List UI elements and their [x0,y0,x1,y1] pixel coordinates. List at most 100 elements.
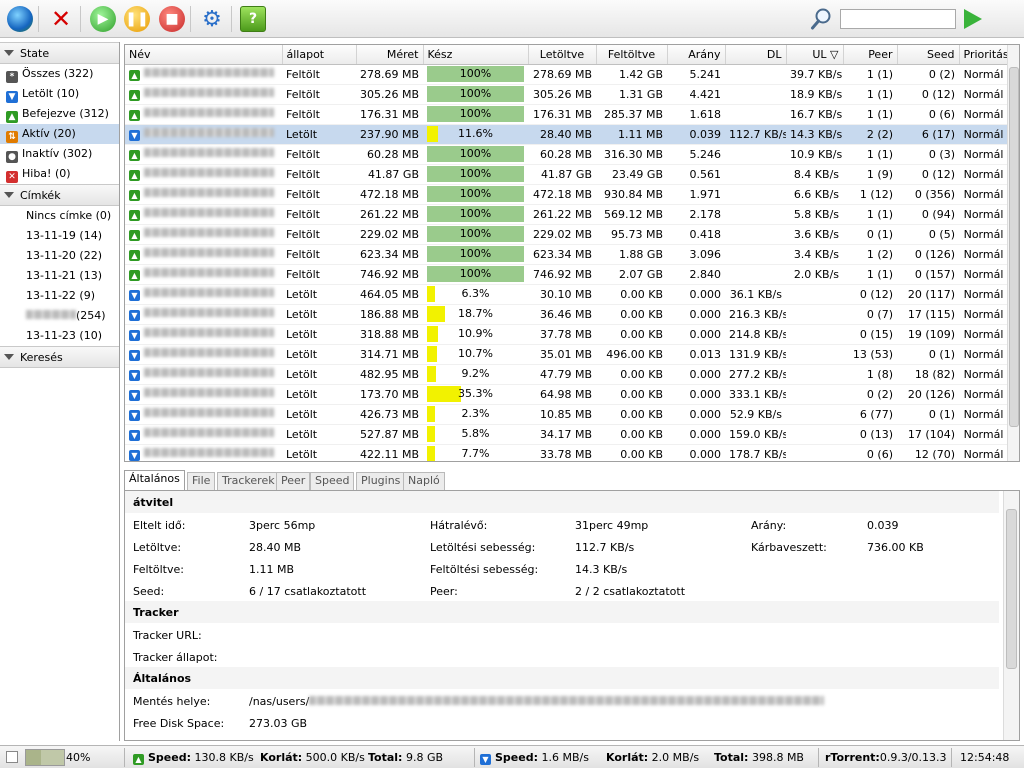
sidebar-state-item[interactable]: ▼ Letölt (10) [0,84,119,104]
table-row[interactable]: ▲ Feltölt 278.69 MB 100% 278.69 MB 1.42 GB 5.2… [125,64,1008,85]
cpu-checkbox[interactable] [6,751,18,763]
table-row[interactable]: ▼ Letölt 422.11 MB 7.7% 33.78 MB 0.00 KB 0.000… [125,444,1008,461]
table-row[interactable]: ▼ Letölt 186.88 MB 18.7% 36.46 MB 0.00 KB 0.00… [125,304,1008,325]
cell-status: Letölt [282,124,356,145]
column-header-dl[interactable]: DL [725,45,787,65]
table-row[interactable]: ▲ Feltölt 60.28 MB 100% 60.28 MB 316.30 MB 5.2… [125,144,1008,165]
column-header-label: UL [812,47,827,61]
table-row[interactable]: ▼ Letölt 482.95 MB 9.2% 47.79 MB 0.00 KB 0.000… [125,364,1008,385]
table-row[interactable]: ▲ Feltölt 176.31 MB 100% 176.31 MB 285.37 MB 1… [125,104,1008,125]
table-scrollbar[interactable] [1007,45,1019,461]
column-header-ratio[interactable]: Arány [667,45,726,65]
cell-name: ▲ [125,244,282,265]
column-header-ul[interactable]: UL ▽ [786,45,844,65]
section-band [125,491,999,513]
cell-ul: 2.0 KB/s [786,264,843,285]
table-row[interactable]: ▼ Letölt 314.71 MB 10.7% 35.01 MB 496.00 KB 0.… [125,344,1008,365]
tab-1[interactable]: File [187,472,216,490]
error-icon: ✕ [6,171,18,183]
column-header-done[interactable]: Kész [423,45,529,65]
table-row[interactable]: ▲ Feltölt 623.34 MB 100% 623.34 MB 1.88 GB 3.0… [125,244,1008,265]
tab-6[interactable]: Napló [403,472,445,490]
sidebar-state-header[interactable]: State [0,42,119,64]
table-row[interactable]: ▼ Letölt 318.88 MB 10.9% 37.78 MB 0.00 KB 0.00… [125,324,1008,345]
cell-name: ▼ [125,364,282,385]
progress-bar: 6.3% [427,286,524,302]
table-row[interactable]: ▼ Letölt 237.90 MB 11.6% 28.40 MB 1.11 MB 0.03… [125,124,1008,145]
table-row[interactable]: ▼ Letölt 464.05 MB 6.3% 30.10 MB 0.00 KB 0.000… [125,284,1008,305]
cell-status: Feltölt [282,164,356,185]
progress-bar: 7.7% [427,446,524,461]
sidebar-labels-header[interactable]: Címkék [0,184,119,206]
search-input[interactable] [840,9,956,29]
start-icon[interactable]: ▶ [90,6,116,32]
sidebar-state-item[interactable]: ✕ Hiba! (0) [0,164,119,184]
table-row[interactable]: ▼ Letölt 426.73 MB 2.3% 10.85 MB 0.00 KB 0.000… [125,404,1008,425]
cell-peer: 1 (8) [843,364,897,385]
cell-peer: 0 (15) [843,324,897,345]
cell-seed: 20 (117) [897,284,959,305]
cell-status: Feltölt [282,184,356,205]
cell-name: ▼ [125,424,282,445]
column-header-priority[interactable]: Prioritás [959,45,1009,65]
progress-text: 7.7% [461,447,490,460]
tab-5[interactable]: Plugins [356,472,406,490]
stop-icon[interactable]: ■ [159,6,185,32]
sidebar-state-item[interactable]: ● Inaktív (302) [0,144,119,164]
scrollbar-thumb[interactable] [1006,509,1017,669]
sidebar-label-item[interactable]: 13-11-22 (9) [0,286,119,306]
tab-4[interactable]: Speed [310,472,355,490]
sidebar-search-header[interactable]: Keresés [0,346,119,368]
cell-progress: 100% [423,164,528,185]
column-header-name[interactable]: Név [125,45,283,65]
tab-2[interactable]: Trackerek [217,472,280,490]
cell-status: Feltölt [282,64,356,85]
column-header-seed[interactable]: Seed [897,45,960,65]
table-row[interactable]: ▲ Feltölt 305.26 MB 100% 305.26 MB 1.31 GB 4.4… [125,84,1008,105]
column-header-downloaded[interactable]: Letöltve [528,45,597,65]
cell-progress: 100% [423,104,528,125]
cell-size: 472.18 MB [356,184,423,205]
state-list: * Összes (322) ▼ Letölt (10) ▲ Befejezve (312… [0,64,119,184]
cell-name: ▼ [125,444,282,461]
table-row[interactable]: ▲ Feltölt 41.87 GB 100% 41.87 GB 23.49 GB 0.56… [125,164,1008,185]
inactive-icon: ● [6,151,18,163]
tab-3[interactable]: Peer [276,472,311,490]
cell-name: ▼ [125,384,282,405]
sidebar-state-item[interactable]: * Összes (322) [0,64,119,84]
column-header-peer[interactable]: Peer [843,45,898,65]
search-go-icon[interactable] [964,9,982,29]
sidebar-state-item[interactable]: ▲ Befejezve (312) [0,104,119,124]
sidebar-state-item[interactable]: ⇅ Aktív (20) [0,124,119,144]
details-scrollbar[interactable] [1003,491,1019,740]
column-header-uploaded[interactable]: Feltöltve [596,45,668,65]
table-row[interactable]: ▲ Feltölt 229.02 MB 100% 229.02 MB 95.73 MB 0.… [125,224,1008,245]
sidebar-label-item[interactable]: (254) [0,306,119,326]
table-row[interactable]: ▲ Feltölt 261.22 MB 100% 261.22 MB 569.12 MB 2… [125,204,1008,225]
table-row[interactable]: ▼ Letölt 173.70 MB 35.3% 64.98 MB 0.00 KB 0.00… [125,384,1008,405]
tab-0[interactable]: Általános [124,470,185,490]
cell-dl [725,84,786,105]
cell-size: 318.88 MB [356,324,423,345]
pause-icon[interactable]: ❚❚ [124,6,150,32]
sidebar-label-item[interactable]: 13-11-23 (10) [0,326,119,346]
progress-bar: 100% [427,226,524,242]
remove-icon[interactable]: ✕ [48,5,74,33]
table-row[interactable]: ▼ Letölt 527.87 MB 5.8% 34.17 MB 0.00 KB 0.000… [125,424,1008,445]
sidebar-item-label: 13-11-22 (9) [26,289,96,302]
help-icon[interactable]: ? [240,6,266,32]
settings-gear-icon[interactable]: ⚙ [199,6,225,32]
table-row[interactable]: ▲ Feltölt 746.92 MB 100% 746.92 MB 2.07 GB 2.8… [125,264,1008,285]
sidebar-label-item[interactable]: Nincs címke (0) [0,206,119,226]
cell-progress: 9.2% [423,364,528,385]
column-header-size[interactable]: Méret [356,45,424,65]
cpu-percent: 40% [66,751,91,764]
column-header-status[interactable]: állapot [282,45,357,65]
add-torrent-globe-icon[interactable] [7,6,33,32]
sidebar-label-item[interactable]: 13-11-21 (13) [0,266,119,286]
scrollbar-thumb[interactable] [1009,67,1019,427]
table-row[interactable]: ▲ Feltölt 472.18 MB 100% 472.18 MB 930.84 MB 1… [125,184,1008,205]
sidebar-label-item[interactable]: 13-11-19 (14) [0,226,119,246]
cell-uploaded: 496.00 KB [596,344,667,365]
sidebar-label-item[interactable]: 13-11-20 (22) [0,246,119,266]
